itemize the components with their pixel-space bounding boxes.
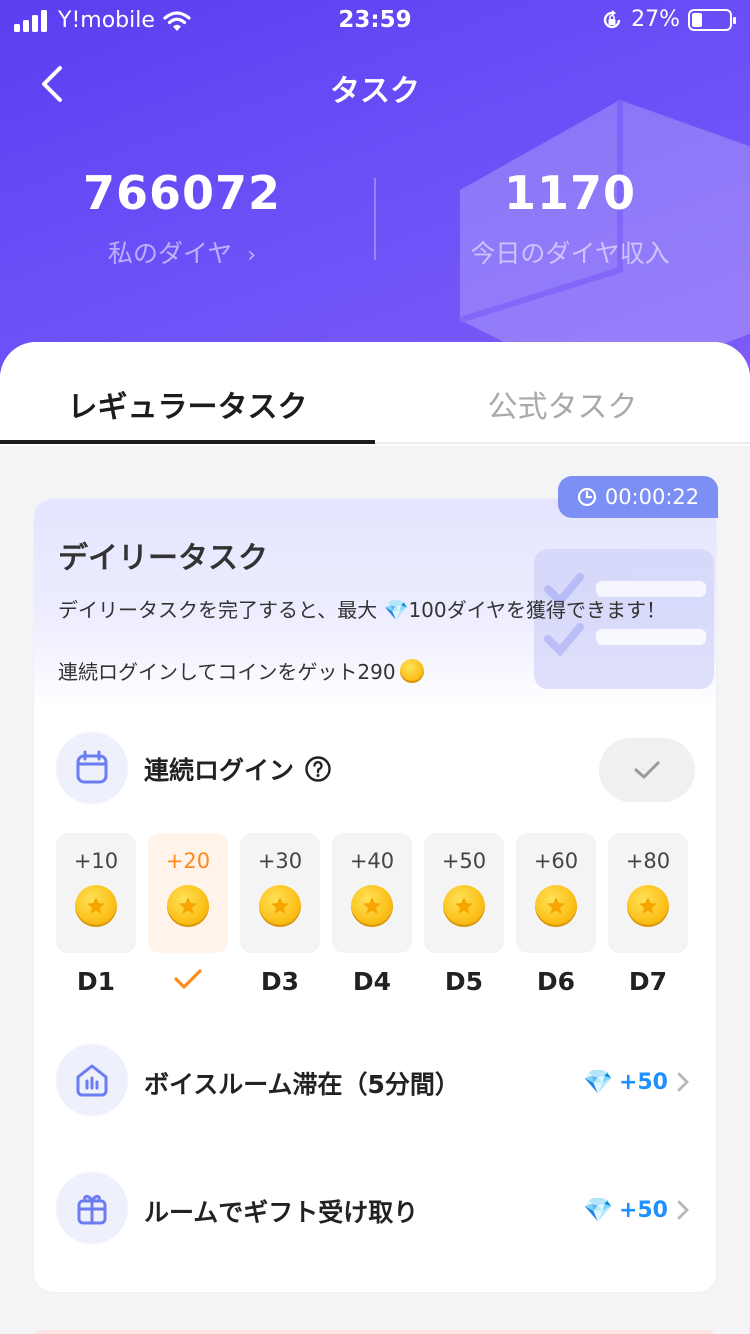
- voice-room-icon: [56, 1044, 128, 1116]
- tab-bar: レギュラータスク 公式タスク: [0, 342, 750, 446]
- task-label-voice-room: ボイスルーム滞在（5分間）: [144, 1070, 460, 1099]
- battery-percent: 27%: [631, 7, 680, 32]
- task-reward-gift[interactable]: 💎 +50: [583, 1196, 692, 1224]
- day-amount: +10: [73, 849, 119, 873]
- day-item[interactable]: +20: [148, 833, 228, 997]
- tab-active-indicator: [0, 440, 375, 444]
- tab-divider: [375, 442, 750, 444]
- header: Y!mobile 23:59 27% タスク 766072 私のダイヤ › 11…: [0, 0, 750, 380]
- task-label-gift: ルームでギフト受け取り: [144, 1198, 419, 1227]
- coin-icon: [75, 885, 117, 927]
- day-item[interactable]: +60 D6: [516, 833, 596, 997]
- chevron-right-icon: ›: [240, 243, 256, 268]
- my-diamonds-value: 766072: [82, 166, 282, 220]
- reward-amount: +50: [618, 1069, 668, 1095]
- day-item[interactable]: +50 D5: [424, 833, 504, 997]
- login-row-label: 連続ログイン: [144, 751, 332, 787]
- today-income-stat: 1170 今日のダイヤ収入: [400, 166, 740, 270]
- day-item[interactable]: +40 D4: [332, 833, 412, 997]
- diamond-icon: 💎: [583, 1196, 613, 1224]
- coin-icon: [399, 658, 424, 683]
- page-title: タスク: [330, 74, 420, 109]
- tab-official-tasks[interactable]: 公式タスク: [375, 382, 750, 426]
- day-amount: +50: [441, 849, 487, 873]
- coin-icon: [167, 885, 209, 927]
- countdown-timer: 00:00:22: [558, 476, 718, 518]
- next-card-edge: [33, 1330, 717, 1334]
- login-claimed-button[interactable]: [599, 738, 695, 802]
- day-checked-icon: [148, 967, 228, 997]
- chevron-right-icon: [677, 1072, 689, 1092]
- daily-task-title: デイリータスク: [58, 541, 268, 576]
- coin-icon: [535, 885, 577, 927]
- coin-icon: [351, 885, 393, 927]
- day-item[interactable]: +80 D7: [608, 833, 688, 997]
- status-bar: Y!mobile 23:59 27%: [0, 0, 750, 40]
- day-label: D5: [444, 967, 484, 996]
- daily-task-description: デイリータスクを完了すると、最大 💎100ダイヤを獲得できます！: [58, 598, 667, 622]
- today-income-label: 今日のダイヤ収入: [470, 239, 670, 268]
- day-amount: +60: [533, 849, 579, 873]
- day-item[interactable]: +10 D1: [56, 833, 136, 997]
- coin-icon: [259, 885, 301, 927]
- day-amount: +30: [257, 849, 303, 873]
- my-diamonds-label: 私のダイヤ ›: [107, 239, 256, 268]
- day-label: D7: [628, 967, 668, 996]
- day-label: D1: [76, 967, 116, 996]
- chevron-right-icon: [677, 1200, 689, 1220]
- checkmark-icon: [634, 761, 660, 779]
- day-label: D3: [260, 967, 300, 996]
- calendar-icon: [56, 732, 128, 804]
- login-bonus-text: 連続ログインしてコインをゲット290: [58, 656, 424, 685]
- day-item[interactable]: +30 D3: [240, 833, 320, 997]
- battery-icon: [688, 8, 736, 31]
- today-income-value: 1170: [503, 166, 637, 220]
- login-days-list: +10 D1 +20 +30 D3 +40 D4 +50 D5 +60 D6 +…: [56, 833, 696, 1003]
- reward-amount: +50: [618, 1197, 668, 1223]
- rotation-lock-icon: [603, 9, 621, 28]
- help-icon[interactable]: [304, 755, 332, 783]
- diamond-icon: 💎: [583, 1068, 613, 1096]
- day-amount: +20: [165, 849, 211, 873]
- day-amount: +40: [349, 849, 395, 873]
- timer-text: 00:00:22: [604, 485, 700, 509]
- my-diamonds-stat[interactable]: 766072 私のダイヤ ›: [12, 166, 352, 270]
- stat-divider: [374, 178, 376, 260]
- daily-task-card: デイリータスク デイリータスクを完了すると、最大 💎100ダイヤを獲得できます！…: [33, 498, 717, 1293]
- coin-icon: [443, 885, 485, 927]
- day-amount: +80: [625, 849, 671, 873]
- day-label: D4: [352, 967, 392, 996]
- task-reward-voice-room[interactable]: 💎 +50: [583, 1068, 692, 1096]
- clock-icon: [577, 487, 596, 507]
- tab-regular-tasks[interactable]: レギュラータスク: [0, 382, 375, 426]
- coin-icon: [627, 885, 669, 927]
- day-label: D6: [536, 967, 576, 996]
- gift-icon: [56, 1172, 128, 1244]
